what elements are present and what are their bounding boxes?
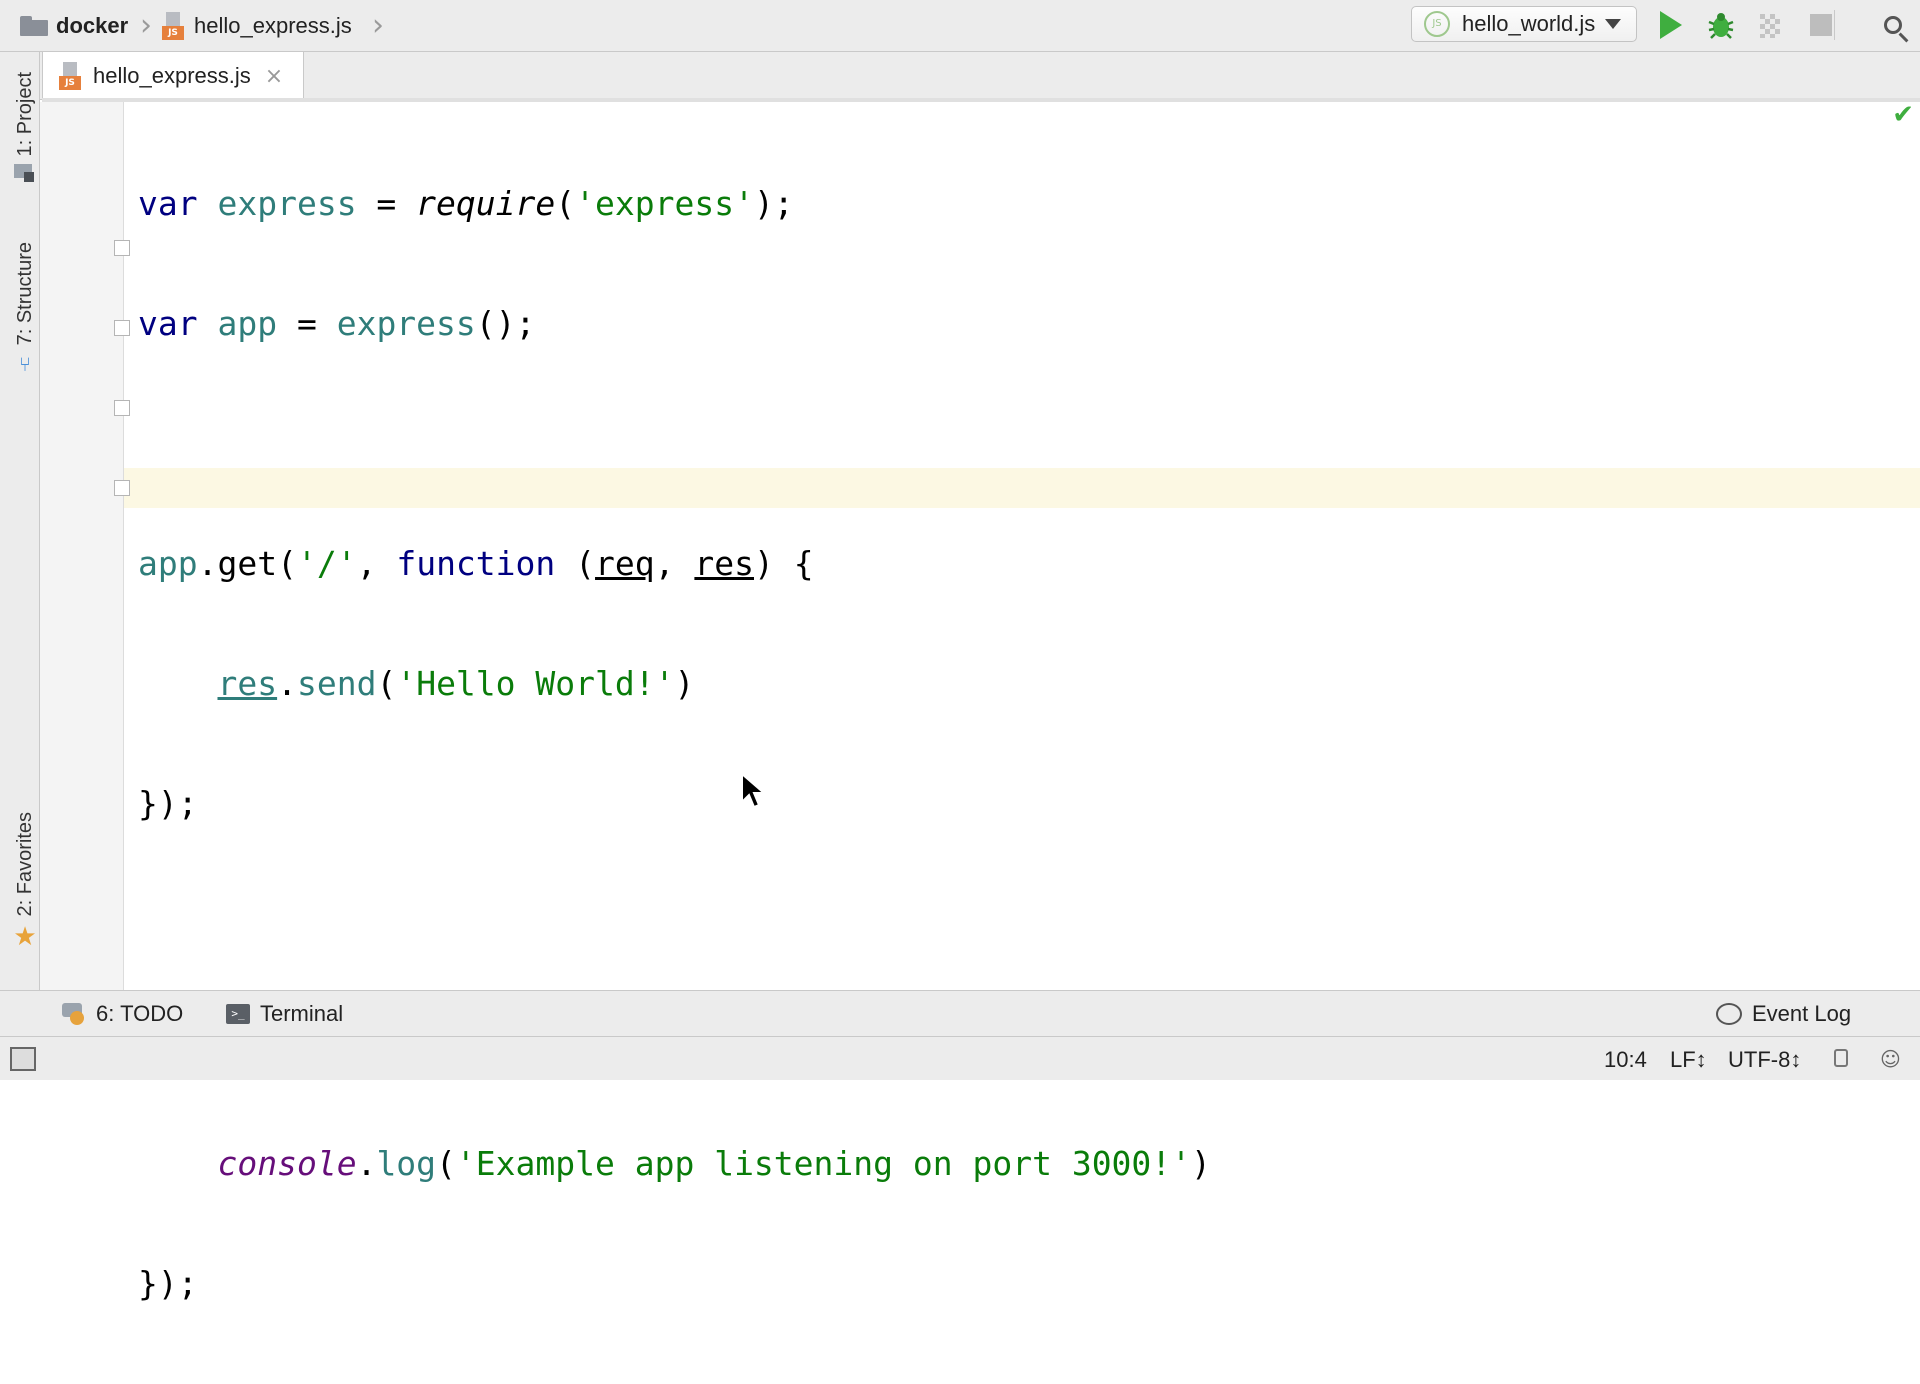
run-with-coverage-button[interactable] <box>1754 8 1788 42</box>
play-icon <box>1660 11 1682 39</box>
code-content: var express = require('express'); var ap… <box>138 104 1211 1384</box>
inspector-icon[interactable]: ☺ <box>1880 1047 1901 1071</box>
tool-window-favorites-label: 2: Favorites <box>13 812 36 917</box>
breadcrumb-file[interactable]: JS hello_express.js <box>162 10 352 42</box>
navigation-bar: docker › JS hello_express.js › JS hello_… <box>0 0 1920 52</box>
mouse-cursor-icon <box>741 772 767 809</box>
search-everywhere-button[interactable] <box>1876 8 1910 42</box>
code-editor[interactable]: ✔ var express = require('express'); var … <box>40 100 1920 1303</box>
tool-window-event-log-label: Event Log <box>1752 1001 1852 1026</box>
todo-icon <box>62 1003 86 1025</box>
tool-window-terminal-label: Terminal <box>260 1001 344 1026</box>
bottom-tool-strip: 6: TODO >_ Terminal Event Log <box>0 990 1920 1036</box>
tool-window-structure-label: 7: Structure <box>13 242 36 346</box>
editor-tab-bar: JS hello_express.js × <box>40 52 1920 100</box>
left-tool-strip: 1: Project ⑂ 7: Structure ★ 2: Favorites <box>0 52 40 992</box>
search-icon <box>1884 16 1902 34</box>
code-line: }); <box>138 1264 198 1303</box>
project-icon <box>14 164 36 184</box>
chevron-down-icon <box>1605 19 1622 29</box>
code-line: var express = require('express'); <box>138 184 794 223</box>
tool-window-todo[interactable]: 6: TODO <box>62 999 183 1029</box>
code-line: var app = express(); <box>138 304 536 343</box>
folder-icon <box>20 16 48 36</box>
code-line: }); <box>138 784 198 823</box>
breadcrumb-project[interactable]: docker <box>20 10 128 42</box>
breadcrumb-separator: › <box>372 8 384 43</box>
tool-window-project-label: 1: Project <box>13 72 36 157</box>
breadcrumb-file-label: hello_express.js <box>194 13 352 38</box>
stop-icon <box>1810 14 1832 36</box>
close-icon[interactable]: × <box>265 64 283 89</box>
fold-marker[interactable] <box>114 240 130 256</box>
fold-marker[interactable] <box>114 320 130 336</box>
run-button[interactable] <box>1654 8 1688 42</box>
encoding-select[interactable]: UTF-8↕ <box>1728 1047 1801 1073</box>
js-file-icon: JS <box>162 12 186 40</box>
js-file-icon: JS <box>59 62 83 90</box>
run-configuration-label: hello_world.js <box>1462 11 1596 36</box>
tool-window-todo-label: 6: TODO <box>96 1001 184 1026</box>
editor-tab-label: hello_express.js <box>93 63 251 88</box>
event-log-icon <box>1716 1003 1742 1025</box>
stop-button[interactable] <box>1804 8 1838 42</box>
editor-gutter[interactable] <box>40 102 124 990</box>
star-icon: ★ <box>13 922 37 953</box>
code-line: app.get('/', function (req, res) { <box>138 544 814 583</box>
caret-position[interactable]: 10:4 <box>1604 1047 1647 1073</box>
code-line: console.log('Example app listening on po… <box>217 1144 1211 1183</box>
nodejs-icon: JS <box>1424 11 1450 37</box>
fold-marker[interactable] <box>114 400 130 416</box>
toolbar-divider <box>1834 10 1835 40</box>
debug-button[interactable] <box>1704 8 1738 42</box>
terminal-icon: >_ <box>226 1004 250 1024</box>
breadcrumb-project-label: docker <box>56 13 129 38</box>
fold-marker[interactable] <box>114 480 130 496</box>
breadcrumb-separator: › <box>140 8 152 43</box>
code-line: res.send('Hello World!') <box>217 664 695 703</box>
bug-icon <box>1708 13 1734 39</box>
tool-window-terminal[interactable]: >_ Terminal <box>226 999 343 1029</box>
editor-tab-hello-express[interactable]: JS hello_express.js × <box>42 52 304 100</box>
run-configuration-select[interactable]: JS hello_world.js <box>1411 6 1637 42</box>
structure-icon: ⑂ <box>19 352 31 377</box>
coverage-icon <box>1760 14 1780 38</box>
tool-window-event-log[interactable]: Event Log <box>1716 999 1851 1029</box>
lock-icon[interactable] <box>1834 1049 1848 1067</box>
status-bar: 10:4 LF↕ UTF-8↕ ☺ <box>0 1036 1920 1080</box>
tool-windows-toggle-icon[interactable] <box>10 1047 36 1071</box>
line-separator-select[interactable]: LF↕ <box>1670 1047 1707 1073</box>
inspection-ok-icon[interactable]: ✔ <box>1892 100 1914 130</box>
